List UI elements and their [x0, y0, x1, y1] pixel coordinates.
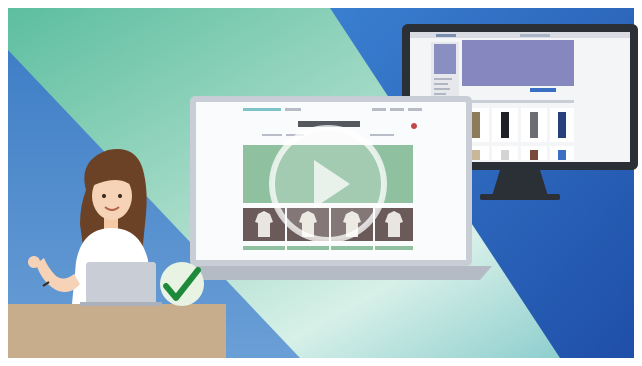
checkmark-badge [160, 262, 204, 306]
desk [8, 304, 226, 358]
laptop-base [170, 266, 492, 280]
monitor-stand [492, 170, 548, 196]
person-laptop [86, 262, 156, 306]
monitor-banner [462, 40, 574, 86]
play-button-ring[interactable] [269, 125, 387, 243]
video-thumbnail[interactable] [0, 0, 642, 366]
